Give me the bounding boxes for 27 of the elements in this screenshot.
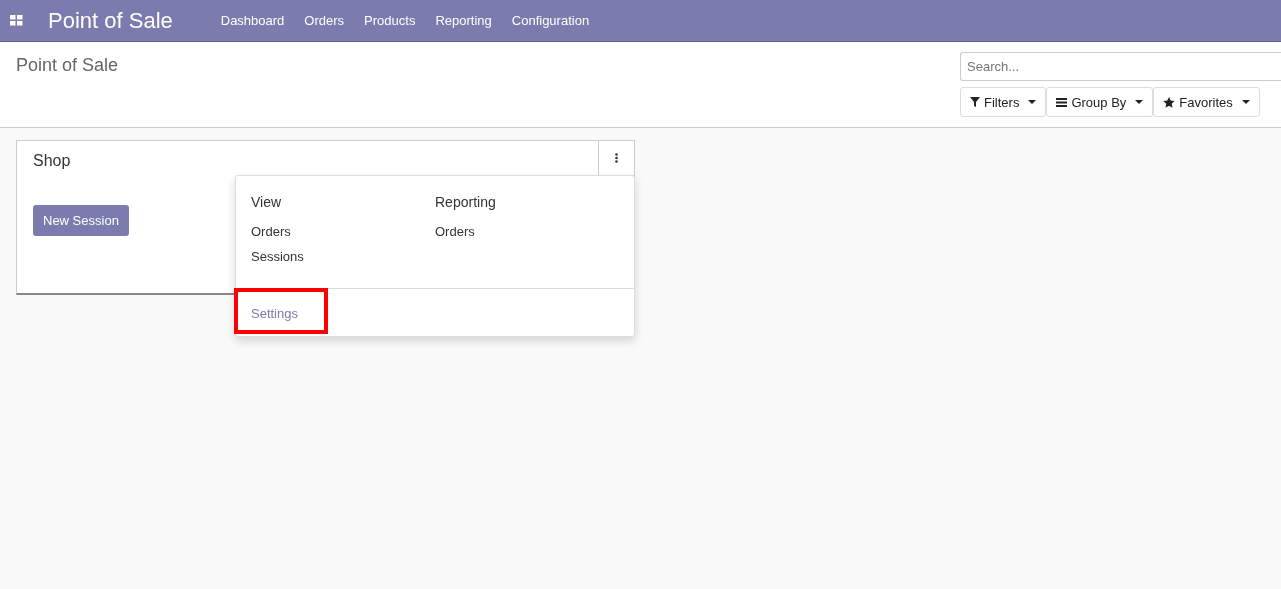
card-title: Shop xyxy=(32,151,71,171)
star-icon xyxy=(1163,96,1176,108)
nav-menu-item[interactable]: Dashboard xyxy=(220,13,285,28)
app-title: Point of Sale xyxy=(48,7,173,34)
caret-icon xyxy=(1135,100,1144,104)
nav-menu-item[interactable]: Reporting xyxy=(435,13,492,28)
vertical-dots-icon xyxy=(615,153,618,163)
search-option-button[interactable]: Filters xyxy=(960,87,1047,117)
apps-grid-icon[interactable] xyxy=(10,15,23,26)
dropdown-item[interactable]: Sessions xyxy=(251,249,435,264)
new-session-button[interactable]: New Session xyxy=(33,205,129,236)
nav-menu-item[interactable]: Orders xyxy=(304,13,345,28)
dropdown-item[interactable]: Orders xyxy=(251,224,435,239)
search-field[interactable]: Search... xyxy=(960,52,1281,81)
nav-menu-item[interactable]: Configuration xyxy=(511,13,590,28)
caret-icon xyxy=(1028,100,1037,104)
menu-section-heading: Reporting xyxy=(435,194,497,210)
search-option-button[interactable]: Favorites xyxy=(1153,87,1260,117)
caret-icon xyxy=(1241,100,1250,104)
list-icon xyxy=(1056,97,1068,107)
filter-icon xyxy=(970,97,980,107)
dropdown-item[interactable]: Orders xyxy=(435,224,619,239)
menu-section-heading: View xyxy=(251,194,283,210)
search-option-button[interactable]: Group By xyxy=(1046,87,1154,117)
breadcrumb: Point of Sale xyxy=(16,55,119,77)
settings-link[interactable]: Settings xyxy=(251,306,298,321)
nav-menu-item[interactable]: Products xyxy=(364,13,416,28)
